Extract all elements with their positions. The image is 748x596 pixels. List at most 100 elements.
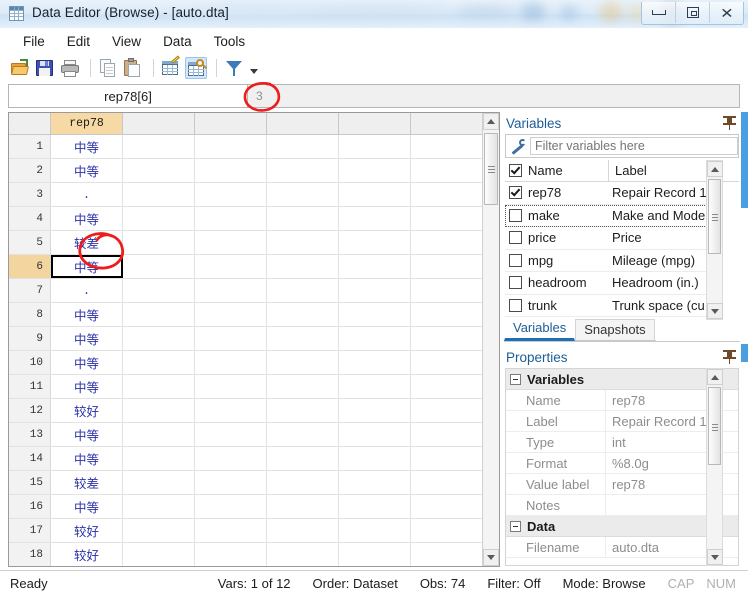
variable-checkbox[interactable] (509, 186, 522, 200)
table-cell[interactable] (267, 519, 339, 542)
table-cell[interactable] (123, 543, 195, 566)
row-number[interactable]: 15 (9, 471, 51, 494)
table-cell[interactable] (411, 183, 483, 206)
table-cell[interactable] (339, 519, 411, 542)
list-item[interactable]: make Make and Model (505, 204, 723, 227)
table-cell[interactable]: 较好 (51, 399, 123, 422)
save-button[interactable] (34, 57, 56, 79)
property-row[interactable]: Format %8.0g (506, 453, 738, 474)
tab-snapshots[interactable]: Snapshots (575, 319, 655, 341)
table-row[interactable]: 1 中等 (9, 135, 484, 159)
variable-checkbox[interactable] (509, 276, 522, 290)
property-row[interactable]: Value label rep78 (506, 474, 738, 495)
properties-scroll-down-button[interactable] (707, 549, 723, 565)
table-cell[interactable] (195, 207, 267, 230)
table-cell[interactable] (195, 159, 267, 182)
table-cell[interactable] (267, 135, 339, 158)
table-cell[interactable] (267, 231, 339, 254)
table-row[interactable]: 8 中等 (9, 303, 484, 327)
table-cell[interactable] (411, 303, 483, 326)
table-cell[interactable] (267, 543, 339, 566)
variables-header-name[interactable]: Name (528, 160, 609, 181)
table-cell[interactable] (195, 183, 267, 206)
table-cell[interactable] (267, 159, 339, 182)
collapse-icon[interactable] (510, 520, 521, 532)
table-row[interactable]: 11 中等 (9, 375, 484, 399)
table-cell[interactable] (411, 255, 483, 278)
table-cell[interactable] (339, 495, 411, 518)
filter-button[interactable] (223, 57, 245, 79)
table-cell[interactable] (339, 279, 411, 302)
table-cell[interactable] (267, 471, 339, 494)
filter-variables-input[interactable] (530, 137, 738, 155)
column-header-rep78[interactable]: rep78 (51, 113, 123, 134)
table-row[interactable]: 15 较差 (9, 471, 484, 495)
table-row[interactable]: 17 较好 (9, 519, 484, 543)
table-cell[interactable]: 较差 (51, 231, 123, 254)
row-number[interactable]: 13 (9, 423, 51, 446)
table-cell[interactable] (123, 423, 195, 446)
collapse-icon[interactable] (510, 373, 521, 385)
table-cell[interactable] (339, 327, 411, 350)
table-cell[interactable] (195, 543, 267, 566)
properties-vertical-scrollbar[interactable] (706, 368, 723, 566)
table-cell[interactable] (195, 279, 267, 302)
table-cell[interactable] (411, 423, 483, 446)
table-cell[interactable] (267, 303, 339, 326)
table-cell[interactable] (123, 135, 195, 158)
variables-scrollbar-thumb[interactable] (708, 179, 721, 254)
table-cell[interactable]: 中等 (51, 303, 123, 326)
table-cell[interactable]: 中等 (51, 447, 123, 470)
table-row[interactable]: 5 较差 (9, 231, 484, 255)
grid-scroll-down-button[interactable] (483, 549, 499, 566)
table-cell[interactable] (195, 399, 267, 422)
table-cell[interactable]: 中等 (51, 255, 123, 278)
table-cell[interactable] (123, 231, 195, 254)
table-cell[interactable]: 较好 (51, 543, 123, 566)
table-cell[interactable] (123, 351, 195, 374)
table-cell[interactable] (339, 255, 411, 278)
column-header-3[interactable] (195, 113, 267, 134)
select-all-variables-checkbox[interactable] (509, 164, 522, 177)
row-number[interactable]: 7 (9, 279, 51, 302)
grid-vertical-scrollbar[interactable] (482, 113, 499, 566)
row-number[interactable]: 9 (9, 327, 51, 350)
table-cell[interactable] (123, 399, 195, 422)
row-number[interactable]: 14 (9, 447, 51, 470)
table-cell[interactable]: . (51, 279, 123, 302)
list-item[interactable]: price Price (505, 227, 723, 250)
property-row[interactable]: Label Repair Record 1 (506, 411, 738, 432)
property-row[interactable]: Notes (506, 495, 738, 516)
column-header-2[interactable] (123, 113, 195, 134)
table-cell[interactable] (411, 207, 483, 230)
table-cell[interactable] (195, 471, 267, 494)
table-cell[interactable] (411, 447, 483, 470)
variables-vertical-scrollbar[interactable] (706, 160, 723, 320)
table-row[interactable]: 2 中等 (9, 159, 484, 183)
table-cell[interactable] (411, 159, 483, 182)
paste-button[interactable] (122, 57, 144, 79)
table-cell[interactable] (267, 423, 339, 446)
row-number[interactable]: 8 (9, 303, 51, 326)
minimize-button[interactable] (642, 2, 676, 23)
table-cell[interactable] (411, 519, 483, 542)
table-cell[interactable]: 中等 (51, 495, 123, 518)
close-button[interactable]: ✕ (710, 2, 743, 23)
table-cell[interactable] (123, 183, 195, 206)
table-cell[interactable] (339, 183, 411, 206)
table-cell[interactable]: . (51, 183, 123, 206)
print-button[interactable] (59, 57, 81, 79)
table-cell[interactable] (339, 231, 411, 254)
table-row[interactable]: 13 中等 (9, 423, 484, 447)
row-number[interactable]: 18 (9, 543, 51, 566)
table-cell[interactable] (339, 471, 411, 494)
table-cell[interactable] (267, 279, 339, 302)
table-row[interactable]: 10 中等 (9, 351, 484, 375)
list-item[interactable]: rep78 Repair Record 1... (505, 182, 723, 205)
property-group-header[interactable]: Data (506, 516, 738, 537)
table-cell[interactable] (123, 519, 195, 542)
filter-dropdown-caret-icon[interactable] (250, 69, 258, 74)
tab-variables[interactable]: Variables (504, 317, 576, 341)
table-cell[interactable] (267, 207, 339, 230)
table-cell[interactable]: 较好 (51, 519, 123, 542)
